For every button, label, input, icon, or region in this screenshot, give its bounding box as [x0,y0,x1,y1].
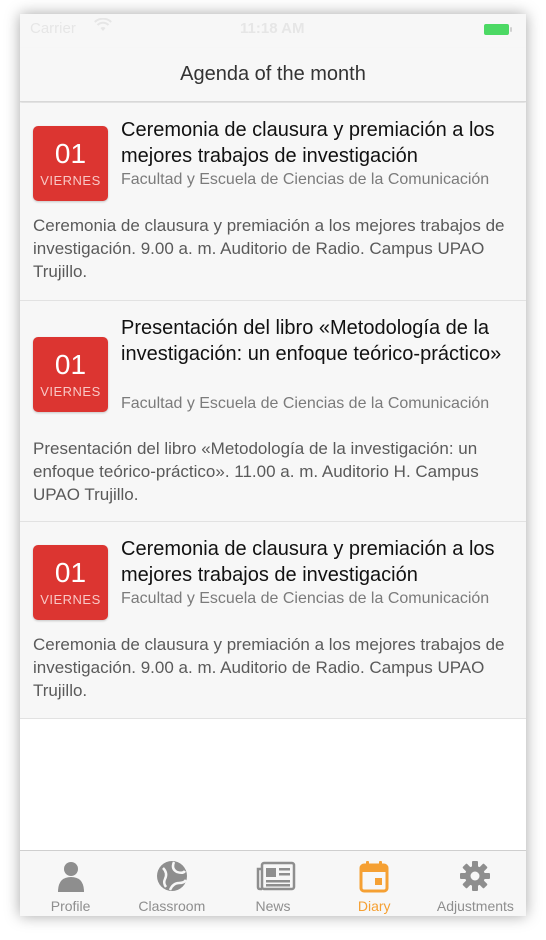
date-badge: 01 VIERNES [33,126,108,201]
event-organizer: Facultad y Escuela de Ciencias de la Com… [121,171,490,188]
gear-icon [458,859,492,893]
tab-label: Profile [50,898,91,914]
event-title: Ceremonia de clausura y premiación a los… [121,119,495,167]
carrier-label: Carrier [30,20,76,37]
date-day: 01 [54,138,87,169]
tab-bar: Profile Classroom News Diary Adjustments [20,850,526,916]
event-description: Ceremonia de clausura y premiación a los… [33,216,505,281]
person-icon [54,859,88,893]
event-title: Ceremonia de clausura y premiación a los… [121,538,495,586]
date-day: 01 [54,557,87,588]
event-item[interactable]: 01 VIERNES Presentación del libro «Metod… [20,301,526,522]
tab-label: Adjustments [436,898,514,914]
event-description: Presentación del libro «Metodología de l… [33,439,479,504]
tab-profile[interactable]: Profile [20,851,121,916]
status-bar: Carrier 11:18 AM [20,14,526,48]
tab-news[interactable]: News [222,851,323,916]
event-organizer: Facultad y Escuela de Ciencias de la Com… [121,395,490,412]
battery-icon [484,24,512,37]
newspaper-icon [256,859,296,893]
calendar-icon [357,859,391,893]
clock-label: 11:18 AM [240,20,305,37]
phone-screen: Carrier 11:18 AM Agenda of the month 01 … [20,14,526,916]
event-organizer: Facultad y Escuela de Ciencias de la Com… [121,590,490,607]
date-weekday: VIERNES [40,384,101,399]
event-item[interactable]: 01 VIERNES Ceremonia de clausura y premi… [20,103,526,301]
page-title: Agenda of the month [180,63,366,85]
globe-icon [155,859,189,893]
date-badge: 01 VIERNES [33,545,108,620]
navigation-bar: Agenda of the month [20,48,526,102]
tab-classroom[interactable]: Classroom [121,851,222,916]
tab-label: News [255,898,291,914]
date-badge: 01 VIERNES [33,337,108,412]
date-weekday: VIERNES [40,592,101,607]
tab-label: Classroom [138,898,206,914]
wifi-icon [94,17,112,37]
tab-label: Diary [357,898,391,914]
event-title: Presentación del libro «Metodología de l… [121,317,502,365]
tab-diary[interactable]: Diary [324,851,425,916]
date-weekday: VIERNES [40,173,101,188]
event-description: Ceremonia de clausura y premiación a los… [33,635,505,700]
date-day: 01 [54,349,87,380]
event-item[interactable]: 01 VIERNES Ceremonia de clausura y premi… [20,522,526,719]
tab-adjustments[interactable]: Adjustments [425,851,526,916]
event-list[interactable]: 01 VIERNES Ceremonia de clausura y premi… [20,103,526,850]
